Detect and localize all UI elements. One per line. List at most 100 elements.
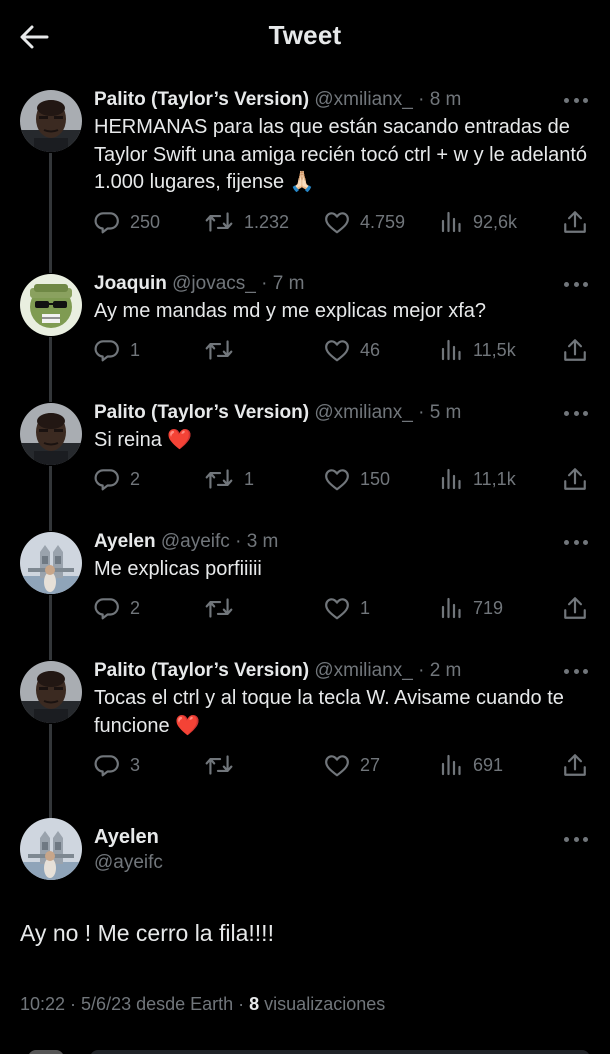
tweet-timestamp: 10:22 · 5/6/23 desde Earth · bbox=[20, 994, 250, 1014]
like-icon bbox=[324, 338, 350, 362]
reply-tweet[interactable]: Palito (Taylor’s Version) @xmilianx_ · 5… bbox=[0, 400, 610, 531]
share-icon bbox=[562, 595, 588, 621]
reply-icon bbox=[94, 752, 120, 778]
views-count: 719 bbox=[473, 597, 504, 618]
tweet-time: · 8 m bbox=[418, 89, 462, 110]
author-handle[interactable]: @xmilianx_ bbox=[314, 402, 412, 423]
reply-tweet[interactable]: Joaquin @jovacs_ · 7 m Ay me mandas md y … bbox=[0, 271, 610, 402]
author-handle[interactable]: @xmilianx_ bbox=[314, 660, 412, 681]
author-name[interactable]: Joaquin bbox=[94, 273, 167, 294]
share-button[interactable] bbox=[562, 750, 588, 780]
tweet-content: Joaquin @jovacs_ · 7 m Ay me mandas md y … bbox=[94, 271, 590, 326]
retweet-count: 1 bbox=[244, 468, 255, 489]
tweet-text: HERMANAS para las que están sacando entr… bbox=[94, 116, 588, 193]
like-icon bbox=[324, 753, 350, 777]
like-button[interactable]: 46 bbox=[324, 335, 380, 365]
tweet-time: · 7 m bbox=[261, 273, 305, 294]
views-icon bbox=[439, 596, 463, 620]
like-count: 4.759 bbox=[360, 211, 406, 232]
views-button[interactable]: 691 bbox=[439, 750, 503, 780]
avatar[interactable] bbox=[20, 403, 82, 465]
tweet-header: Ayelen @ayeifc · 3 m bbox=[94, 529, 590, 555]
more-icon[interactable] bbox=[564, 95, 588, 105]
author-name[interactable]: Palito (Taylor’s Version) bbox=[94, 660, 309, 681]
like-button[interactable]: 150 bbox=[324, 464, 390, 494]
share-button[interactable] bbox=[562, 464, 588, 494]
avatar[interactable] bbox=[20, 274, 82, 336]
thread-connector bbox=[49, 595, 52, 660]
reply-tweet[interactable]: Ayelen @ayeifc · 3 m Me explicas porfiiii… bbox=[0, 529, 610, 660]
tweet-content: Palito (Taylor’s Version) @xmilianx_ · 2… bbox=[94, 658, 590, 740]
views-count[interactable]: 8 bbox=[249, 994, 259, 1014]
author-handle[interactable]: @xmilianx_ bbox=[314, 89, 412, 110]
views-button[interactable]: 92,6k bbox=[439, 207, 517, 237]
tweet-time: · 2 m bbox=[418, 660, 462, 681]
more-icon[interactable] bbox=[564, 834, 588, 844]
retweet-icon bbox=[204, 752, 234, 778]
retweet-button[interactable] bbox=[204, 593, 244, 623]
views-count: 92,6k bbox=[473, 211, 518, 232]
views-count: 11,1k bbox=[473, 468, 516, 489]
views-button[interactable]: 11,5k bbox=[439, 335, 516, 365]
like-button[interactable]: 1 bbox=[324, 593, 370, 623]
avatar[interactable] bbox=[20, 818, 82, 880]
tweet-content: Ayelen @ayeifc · 3 m Me explicas porfiiii… bbox=[94, 529, 590, 584]
tweet-text: Ay no ! Me cerro la fila!!!! bbox=[20, 920, 274, 946]
reply-button[interactable]: 250 bbox=[94, 207, 160, 237]
retweet-icon bbox=[204, 209, 234, 235]
share-button[interactable] bbox=[562, 335, 588, 365]
reply-button[interactable]: 2 bbox=[94, 464, 140, 494]
author-name[interactable]: Palito (Taylor’s Version) bbox=[94, 402, 309, 423]
tweet-content: Palito (Taylor’s Version) @xmilianx_ · 5… bbox=[94, 400, 590, 455]
retweet-icon bbox=[204, 595, 234, 621]
thread-connector bbox=[49, 153, 52, 273]
views-count: 11,5k bbox=[473, 339, 516, 360]
more-icon[interactable] bbox=[564, 537, 588, 547]
reply-icon bbox=[94, 595, 120, 621]
avatar[interactable] bbox=[20, 661, 82, 723]
author-handle[interactable]: @ayeifc bbox=[94, 852, 163, 874]
share-button[interactable] bbox=[562, 593, 588, 623]
reply-icon bbox=[94, 209, 120, 235]
more-icon[interactable] bbox=[564, 279, 588, 289]
like-button[interactable]: 4.759 bbox=[324, 207, 405, 237]
reply-count: 3 bbox=[130, 754, 141, 775]
share-icon bbox=[562, 752, 588, 778]
retweet-button[interactable] bbox=[204, 335, 244, 365]
views-button[interactable]: 719 bbox=[439, 593, 503, 623]
reply-count: 1 bbox=[130, 339, 141, 360]
retweet-button[interactable]: 1 bbox=[204, 464, 254, 494]
reply-button[interactable]: 1 bbox=[94, 335, 140, 365]
more-icon[interactable] bbox=[564, 408, 588, 418]
reply-button[interactable]: 3 bbox=[94, 750, 140, 780]
views-icon bbox=[439, 467, 463, 491]
retweet-button[interactable] bbox=[204, 750, 244, 780]
avatar[interactable] bbox=[20, 532, 82, 594]
like-icon bbox=[324, 596, 350, 620]
tweet-header: Joaquin @jovacs_ · 7 m bbox=[94, 271, 590, 297]
reply-icon bbox=[94, 466, 120, 492]
retweet-button[interactable]: 1.232 bbox=[204, 207, 289, 237]
like-icon bbox=[324, 210, 350, 234]
avatar[interactable] bbox=[20, 90, 82, 152]
tweet-time: · 3 m bbox=[235, 531, 279, 552]
tweet-content: Palito (Taylor’s Version) @xmilianx_ · 8… bbox=[94, 87, 590, 197]
share-button[interactable] bbox=[562, 207, 588, 237]
views-label[interactable]: visualizaciones bbox=[259, 994, 385, 1014]
reply-tweet[interactable]: Palito (Taylor’s Version) @xmilianx_ · 8… bbox=[0, 87, 610, 273]
author-name[interactable]: Ayelen bbox=[94, 531, 156, 552]
author-handle[interactable]: @jovacs_ bbox=[172, 273, 256, 294]
like-button[interactable]: 27 bbox=[324, 750, 380, 780]
tweet-actions: 2 1 719 bbox=[94, 593, 592, 623]
reply-button[interactable]: 2 bbox=[94, 593, 140, 623]
page-title: Tweet bbox=[268, 20, 342, 50]
reply-tweet[interactable]: Palito (Taylor’s Version) @xmilianx_ · 2… bbox=[0, 658, 610, 820]
views-button[interactable]: 11,1k bbox=[439, 464, 516, 494]
thread-connector bbox=[49, 724, 52, 820]
reply-count: 250 bbox=[130, 211, 161, 232]
author-handle[interactable]: @ayeifc bbox=[161, 531, 230, 552]
author-name[interactable]: Palito (Taylor’s Version) bbox=[94, 89, 309, 110]
author-name[interactable]: Ayelen bbox=[94, 826, 159, 849]
more-icon[interactable] bbox=[564, 666, 588, 676]
tweet-header: Palito (Taylor’s Version) @xmilianx_ · 2… bbox=[94, 658, 590, 684]
